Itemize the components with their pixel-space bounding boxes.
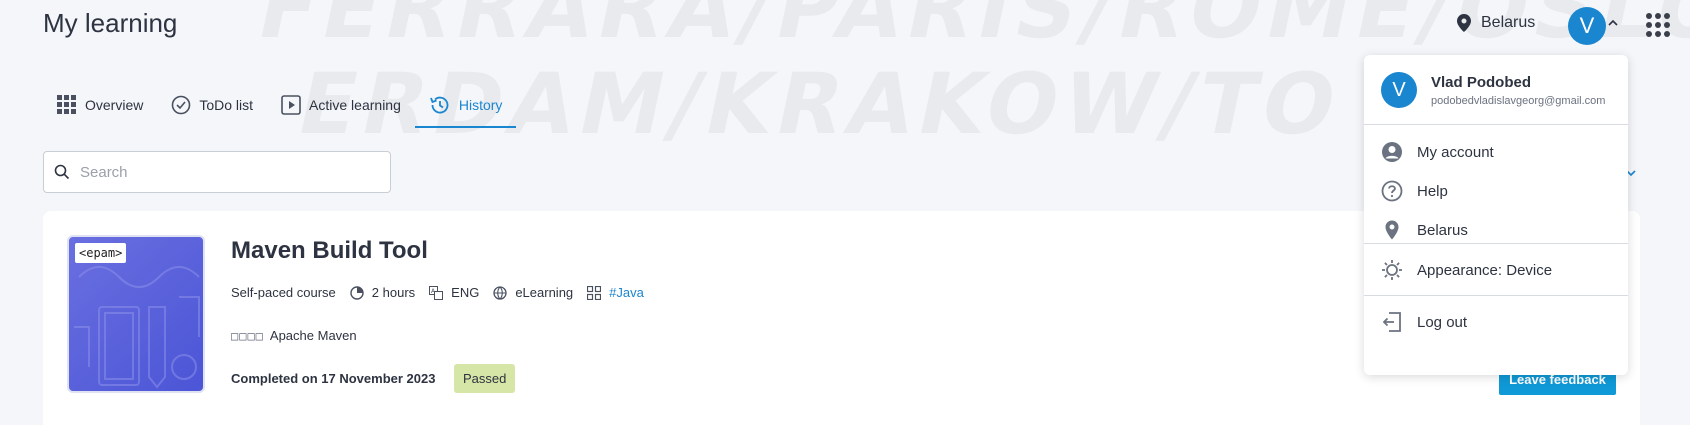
skill-label: Apache Maven bbox=[269, 328, 357, 343]
search-icon bbox=[54, 164, 70, 180]
language-icon: A bbox=[429, 285, 444, 300]
account-icon bbox=[1382, 142, 1402, 162]
course-skill: □□□□ Apache Maven bbox=[231, 328, 357, 343]
course-meta: Self-paced course 2 hours A ENG eLearnin… bbox=[231, 285, 644, 300]
tab-history-label: History bbox=[458, 96, 503, 113]
history-icon bbox=[430, 96, 449, 113]
course-type: Self-paced course bbox=[231, 285, 336, 300]
user-avatar-button[interactable]: V bbox=[1568, 7, 1606, 45]
course-format: eLearning bbox=[493, 285, 573, 300]
menu-user-name: Vlad Podobed bbox=[1431, 73, 1532, 91]
menu-user-header: V Vlad Podobed podobedvladislavgeorg@gma… bbox=[1381, 72, 1605, 108]
menu-item-log-out[interactable]: Log out bbox=[1381, 311, 1467, 333]
check-circle-icon bbox=[172, 95, 191, 114]
tab-overview[interactable]: Overview bbox=[43, 82, 157, 127]
grid-icon bbox=[57, 94, 76, 114]
tab-todo-list[interactable]: ToDo list bbox=[157, 82, 267, 127]
tab-overview-label: Overview bbox=[85, 96, 144, 113]
skill-glyph-boxes: □□□□ bbox=[231, 328, 264, 343]
sun-icon bbox=[1382, 260, 1402, 280]
menu-item-my-account[interactable]: My account bbox=[1381, 141, 1494, 163]
tab-bar: Overview ToDo list Active learning Histo… bbox=[43, 82, 517, 128]
menu-user-email: podobedvladislavgeorg@gmail.com bbox=[1431, 94, 1606, 107]
epam-badge: <epam> bbox=[75, 243, 127, 263]
menu-item-label: Help bbox=[1417, 182, 1448, 200]
help-icon bbox=[1381, 180, 1403, 202]
menu-item-help[interactable]: Help bbox=[1381, 180, 1448, 202]
menu-item-appearance[interactable]: Appearance: Device bbox=[1381, 259, 1552, 281]
category-grid-icon bbox=[587, 285, 602, 300]
course-format-label: eLearning bbox=[515, 285, 574, 300]
menu-item-label: My account bbox=[1417, 143, 1494, 161]
logout-icon bbox=[1382, 312, 1401, 332]
tab-history[interactable]: History bbox=[414, 82, 517, 128]
menu-divider bbox=[1364, 295, 1628, 296]
page-title: My learning bbox=[43, 8, 178, 38]
menu-item-label: Belarus bbox=[1417, 221, 1468, 239]
menu-item-label: Appearance: Device bbox=[1417, 261, 1553, 279]
globe-icon bbox=[493, 285, 507, 300]
course-tag[interactable]: #Java bbox=[587, 285, 644, 300]
menu-divider bbox=[1364, 124, 1628, 125]
course-type-label: Self-paced course bbox=[231, 285, 336, 300]
menu-divider bbox=[1364, 243, 1628, 244]
search-box bbox=[43, 151, 391, 193]
clock-icon bbox=[350, 285, 364, 300]
chevron-up-icon[interactable] bbox=[1608, 18, 1618, 28]
tab-todo-label: ToDo list bbox=[199, 96, 254, 113]
location-label: Belarus bbox=[1481, 14, 1536, 31]
play-icon bbox=[281, 94, 301, 115]
search-input[interactable] bbox=[80, 163, 370, 181]
menu-avatar: V bbox=[1381, 72, 1417, 108]
tab-active-learning[interactable]: Active learning bbox=[267, 82, 415, 127]
course-language: A ENG bbox=[429, 285, 479, 300]
course-language-label: ENG bbox=[451, 285, 480, 300]
course-title[interactable]: Maven Build Tool bbox=[231, 237, 428, 265]
tab-active-learning-label: Active learning bbox=[309, 96, 401, 113]
location-icon bbox=[1385, 220, 1399, 240]
completion-date: Completed on 17 November 2023 bbox=[231, 371, 436, 386]
menu-item-label: Log out bbox=[1417, 313, 1468, 331]
user-dropdown-menu: V Vlad Podobed podobedvladislavgeorg@gma… bbox=[1364, 55, 1628, 375]
location-selector[interactable]: Belarus bbox=[1457, 14, 1535, 32]
status-badge: Passed bbox=[454, 364, 516, 393]
location-icon bbox=[1457, 14, 1471, 32]
course-tag-label[interactable]: #Java bbox=[609, 285, 644, 300]
course-thumbnail[interactable]: <epam> bbox=[67, 235, 205, 393]
course-duration-label: 2 hours bbox=[371, 285, 416, 300]
course-duration: 2 hours bbox=[350, 285, 415, 300]
menu-item-location[interactable]: Belarus bbox=[1381, 219, 1468, 241]
apps-grid-icon[interactable] bbox=[1646, 13, 1670, 37]
